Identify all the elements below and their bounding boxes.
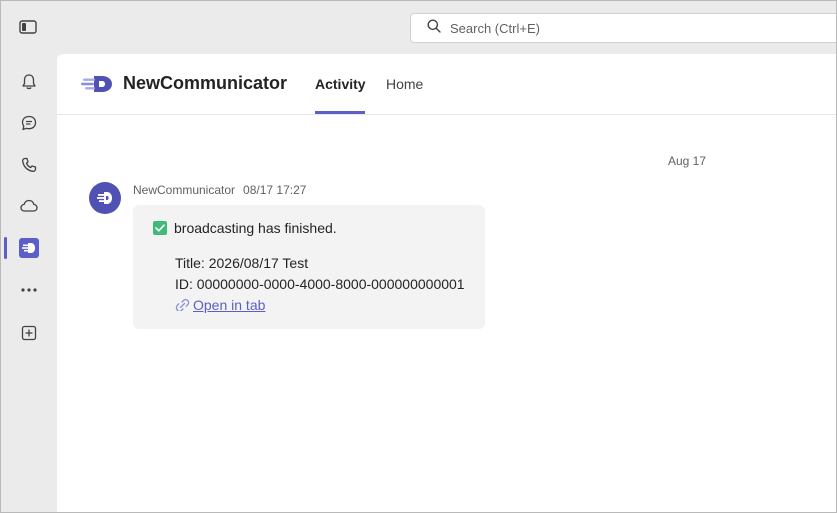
- message-meta: NewCommunicator 08/17 17:27: [133, 183, 306, 197]
- search-placeholder: Search (Ctrl+E): [450, 20, 540, 36]
- status-text: broadcasting has finished.: [174, 220, 337, 236]
- message-sender: NewCommunicator: [133, 183, 236, 197]
- search-input[interactable]: Search (Ctrl+E): [410, 13, 836, 43]
- title-bar: Search (Ctrl+E): [1, 1, 836, 54]
- link-icon: [175, 299, 190, 311]
- broadcast-id: ID: 00000000-0000-4000-8000-000000000001: [175, 276, 465, 292]
- message-time: 08/17 17:27: [243, 183, 307, 197]
- tab-activity-underline: [315, 111, 365, 114]
- app-header: NewCommunicator Activity Home: [57, 54, 836, 115]
- checkbox-checked-icon: [153, 221, 167, 235]
- app-window: Search (Ctrl+E) NewCommunicator Activity…: [0, 0, 837, 513]
- open-in-tab-label[interactable]: Open in tab: [193, 297, 265, 313]
- avatar: [89, 182, 121, 214]
- sidebar-toggle-icon[interactable]: [18, 19, 38, 35]
- open-in-tab-link[interactable]: Open in tab: [175, 297, 265, 313]
- search-icon: [427, 19, 441, 38]
- tab-activity[interactable]: Activity: [315, 76, 366, 92]
- chat-icon[interactable]: [1, 103, 57, 143]
- main-pane: NewCommunicator Activity Home Aug 17 New…: [57, 54, 836, 512]
- add-app-icon[interactable]: [1, 313, 57, 353]
- date-divider: Aug 17: [668, 154, 707, 168]
- left-rail: [1, 54, 57, 512]
- status-line: broadcasting has finished.: [153, 220, 337, 236]
- app-title: NewCommunicator: [123, 73, 288, 93]
- more-icon[interactable]: [1, 270, 57, 310]
- tab-home[interactable]: Home: [386, 76, 423, 92]
- phone-icon[interactable]: [1, 145, 57, 185]
- cloud-icon[interactable]: [1, 186, 57, 226]
- broadcast-title: Title: 2026/08/17 Test: [175, 255, 309, 271]
- message-card: broadcasting has finished. Title: 2026/0…: [133, 205, 485, 329]
- newcommunicator-logo-icon: [81, 74, 113, 94]
- bell-icon[interactable]: [1, 62, 57, 102]
- newcommunicator-app-icon[interactable]: [1, 228, 57, 268]
